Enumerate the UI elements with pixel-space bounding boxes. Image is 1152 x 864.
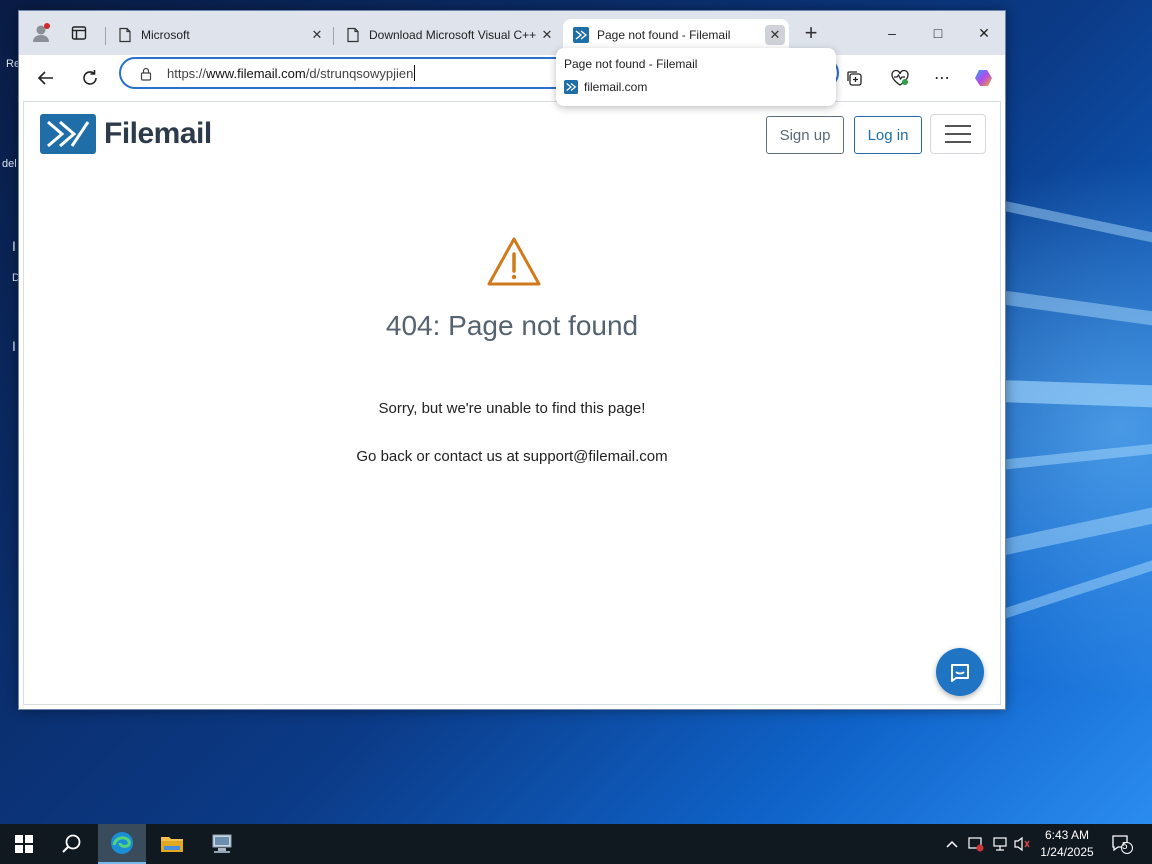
back-button[interactable]: [31, 63, 61, 93]
filemail-logo[interactable]: Filemail: [40, 114, 212, 154]
menu-icon-bar: [945, 125, 971, 127]
warning-icon: [487, 237, 541, 286]
close-window-button[interactable]: ✕: [961, 15, 1007, 51]
collections-button[interactable]: [839, 63, 869, 93]
desktop-label-3: I: [12, 238, 16, 254]
copilot-icon: [975, 70, 992, 86]
page-icon: [347, 27, 359, 43]
refresh-icon: [83, 70, 97, 85]
taskbar-app[interactable]: [198, 824, 246, 864]
hover-card-title: Page not found - Filemail: [564, 57, 698, 71]
taskbar-file-explorer[interactable]: [148, 824, 196, 864]
start-button[interactable]: [0, 824, 48, 864]
heart-pulse-icon: [891, 69, 909, 86]
browser-window: Microsoft ✕ Download Microsoft Visual C+…: [18, 10, 1006, 710]
sign-up-button[interactable]: Sign up: [766, 116, 844, 154]
tab-filemail[interactable]: Page not found - Filemail ✕: [563, 19, 789, 51]
error-title: 404: Page not found: [385, 310, 639, 341]
taskbar-edge[interactable]: [98, 824, 146, 864]
chat-icon: [951, 664, 969, 682]
tab-actions-icon: [71, 26, 87, 40]
url-scheme: https://: [167, 65, 207, 81]
page-icon: [119, 27, 131, 43]
toolbar: https://www.filemail.com/d/strunqsowypji…: [19, 55, 1005, 101]
notification-count: 5: [1122, 841, 1128, 852]
folder-icon: [161, 837, 183, 852]
tab-hover-card: Page not found - Filemail filemail.com: [556, 48, 836, 106]
tab-visual-cpp[interactable]: Download Microsoft Visual C++ ✕: [335, 19, 561, 51]
maximize-button[interactable]: □: [915, 15, 961, 51]
log-in-button[interactable]: Log in: [854, 116, 922, 154]
show-hidden-icons-button[interactable]: [942, 834, 962, 854]
action-center-button[interactable]: 5: [1110, 834, 1134, 854]
volume-icon[interactable]: [1012, 834, 1032, 854]
minimize-button[interactable]: –: [869, 15, 915, 51]
tab-title: Page not found - Filemail: [597, 28, 731, 42]
search-button[interactable]: [48, 824, 96, 864]
tray-notification-icon[interactable]: [966, 834, 986, 854]
tab-title: Microsoft: [141, 28, 190, 42]
desktop-label-2: del: [2, 158, 17, 170]
search-icon: [62, 834, 81, 853]
chevron-up-icon: [946, 840, 958, 848]
close-icon[interactable]: ✕: [765, 25, 785, 45]
contact-message: Go back or contact us at support@filemai…: [356, 448, 668, 465]
taskbar: 6:43 AM 1/24/2025 5: [0, 824, 1152, 864]
filemail-favicon-icon: [564, 80, 578, 94]
url-host: www.filemail.com: [206, 65, 306, 81]
filemail-logo-icon: [40, 114, 96, 154]
page-content: Filemail Sign up Log in 404: Page not fo…: [23, 101, 1001, 705]
security-center-icon: [968, 837, 984, 852]
chat-button[interactable]: [936, 648, 984, 696]
tab-microsoft[interactable]: Microsoft ✕: [107, 19, 331, 51]
url-path: /d/strunqsowypjien: [305, 65, 414, 81]
profile-icon: [33, 23, 50, 42]
more-menu-button[interactable]: ⋯: [927, 63, 957, 93]
new-tab-button[interactable]: +: [795, 19, 827, 47]
network-computer-icon: [212, 834, 232, 853]
close-icon[interactable]: ✕: [307, 25, 327, 45]
profile-button[interactable]: [25, 19, 57, 47]
clock-date: 1/24/2025: [1040, 845, 1094, 859]
desktop-label-5: I: [12, 338, 16, 354]
copilot-button[interactable]: [969, 63, 999, 93]
plus-icon: +: [804, 20, 818, 45]
network-icon: [993, 837, 1007, 851]
filemail-favicon-icon: [573, 27, 589, 43]
edge-icon: [111, 832, 133, 854]
refresh-button[interactable]: [75, 63, 105, 93]
back-arrow-icon: [37, 71, 53, 85]
hover-card-domain: filemail.com: [584, 80, 648, 94]
title-bar: Microsoft ✕ Download Microsoft Visual C+…: [19, 11, 1005, 55]
clock[interactable]: 6:43 AM 1/24/2025: [1032, 827, 1102, 861]
speaker-muted-icon: [1014, 836, 1030, 852]
menu-button[interactable]: [930, 114, 986, 154]
error-message: Sorry, but we're unable to find this pag…: [378, 400, 646, 417]
logo-text: Filemail: [104, 117, 212, 150]
clock-time: 6:43 AM: [1044, 828, 1090, 842]
collections-icon: [847, 71, 862, 86]
tab-title: Download Microsoft Visual C++: [369, 28, 537, 42]
browser-essentials-button[interactable]: [885, 63, 915, 93]
windows-icon: [15, 835, 33, 853]
lock-icon: [140, 67, 152, 81]
close-icon[interactable]: ✕: [537, 25, 557, 45]
tab-actions-button[interactable]: [63, 19, 95, 47]
network-icon[interactable]: [990, 834, 1010, 854]
